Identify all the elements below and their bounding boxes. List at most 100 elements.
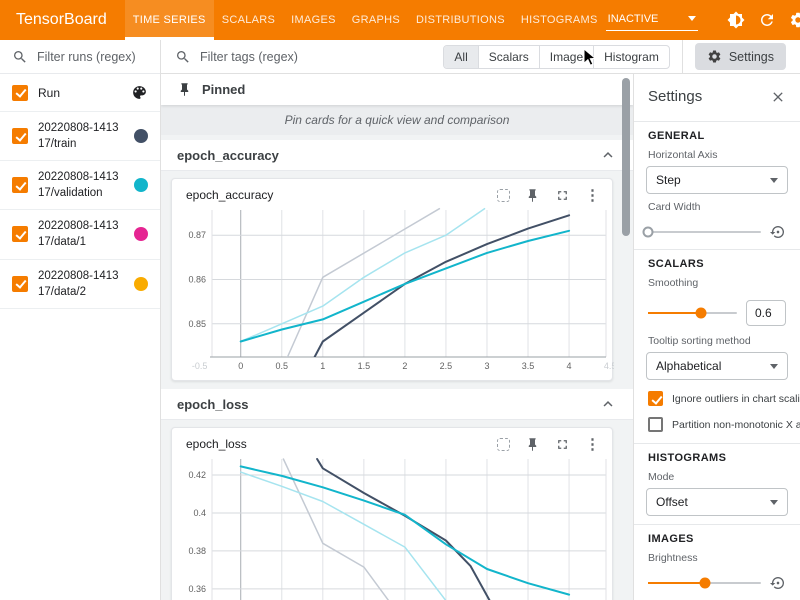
tags-filter-input[interactable] [200, 50, 443, 64]
brightness-icon[interactable] [727, 11, 745, 29]
horizontal-axis-select[interactable]: Step [646, 166, 788, 194]
smoothing-value-input[interactable]: 0.6 [746, 300, 786, 326]
run-checkbox[interactable] [12, 128, 28, 144]
run-row-data-1[interactable]: 20220808-141317/data/1 [0, 210, 160, 259]
svg-text:4.5: 4.5 [604, 361, 614, 371]
fit-domain-icon[interactable] [497, 189, 510, 202]
histograms-heading: HISTOGRAMS [648, 452, 788, 464]
divider [634, 443, 800, 444]
pinned-section-header: Pinned [161, 74, 633, 105]
card-width-slider[interactable] [648, 231, 761, 233]
fit-domain-icon[interactable] [497, 438, 510, 451]
top-app-bar: TensorBoard TIME SERIES SCALARS IMAGES G… [0, 0, 800, 40]
tab-distributions[interactable]: DISTRIBUTIONS [408, 0, 513, 40]
app-title: TensorBoard [16, 11, 107, 29]
filter-histogram-button[interactable]: Histogram [594, 46, 669, 68]
vertical-scrollbar[interactable] [622, 78, 630, 236]
run-name: 20220808-141317/data/1 [38, 218, 124, 250]
gear-icon [707, 49, 722, 64]
select-all-runs-checkbox[interactable] [12, 85, 28, 101]
run-row-data-2[interactable]: 20220808-141317/data/2 [0, 260, 160, 309]
tags-toolbar: All Scalars Image Histogram Settings [161, 40, 800, 74]
more-options-icon[interactable]: ⋮ [585, 188, 600, 203]
run-color-dot [134, 227, 148, 241]
epoch-accuracy-line-chart[interactable]: 0.850.860.8700.511.522.533.54-0.54.5 [172, 204, 614, 380]
reset-icon[interactable] [770, 224, 786, 240]
partition-x-axis-checkbox[interactable] [648, 417, 663, 432]
run-name: 20220808-141317/train [38, 120, 124, 152]
brightness-label: Brightness [648, 552, 788, 564]
svg-text:1.5: 1.5 [358, 361, 371, 371]
smoothing-slider[interactable] [648, 312, 737, 314]
svg-text:3: 3 [484, 361, 489, 371]
tooltip-sorting-select[interactable]: Alphabetical [646, 352, 788, 380]
pinned-title: Pinned [202, 82, 245, 97]
section-title: epoch_loss [177, 397, 249, 412]
slider-thumb[interactable] [696, 308, 707, 319]
pin-icon[interactable] [525, 437, 540, 452]
tab-scalars[interactable]: SCALARS [214, 0, 283, 40]
run-row-train[interactable]: 20220808-141317/train [0, 112, 160, 161]
close-icon[interactable] [770, 89, 786, 105]
svg-text:0.85: 0.85 [188, 319, 206, 329]
slider-thumb[interactable] [699, 578, 710, 589]
smoothing-label: Smoothing [648, 277, 788, 289]
svg-text:4: 4 [567, 361, 572, 371]
svg-text:0.87: 0.87 [188, 230, 206, 240]
toolbar-divider [682, 40, 683, 74]
partition-x-axis-option[interactable]: Partition non-monotonic X axis ? [648, 417, 788, 432]
run-name: 20220808-141317/data/2 [38, 268, 124, 300]
tab-histograms[interactable]: HISTOGRAMS [513, 0, 606, 40]
svg-text:0.36: 0.36 [188, 584, 206, 594]
gear-icon[interactable] [789, 11, 800, 29]
svg-text:0.86: 0.86 [188, 275, 206, 285]
tooltip-sorting-label: Tooltip sorting method [648, 335, 788, 347]
search-icon [12, 49, 28, 65]
chevron-down-icon [770, 178, 778, 183]
section-header-epoch-accuracy[interactable]: epoch_accuracy [161, 140, 633, 171]
fullscreen-icon[interactable] [555, 437, 570, 452]
cards-area: Pinned Pin cards for a quick view and co… [161, 74, 633, 600]
reload-status-select[interactable]: INACTIVE [606, 10, 698, 31]
main-nav-tabs: TIME SERIES SCALARS IMAGES GRAPHS DISTRI… [125, 0, 606, 40]
section-header-epoch-loss[interactable]: epoch_loss [161, 389, 633, 420]
chevron-up-icon[interactable] [599, 395, 617, 413]
settings-panel-title: Settings [648, 88, 702, 105]
runs-filter-input[interactable] [37, 50, 148, 64]
run-checkbox[interactable] [12, 177, 28, 193]
filter-all-button[interactable]: All [444, 46, 478, 68]
tags-filter [175, 49, 443, 65]
tab-time-series[interactable]: TIME SERIES [125, 0, 214, 40]
run-checkbox[interactable] [12, 276, 28, 292]
svg-text:2.5: 2.5 [440, 361, 453, 371]
tab-graphs[interactable]: GRAPHS [344, 0, 408, 40]
images-heading: IMAGES [648, 533, 788, 545]
runs-filter [0, 40, 160, 74]
card-title: epoch_loss [186, 437, 497, 451]
svg-text:-0.5: -0.5 [192, 361, 208, 371]
run-checkbox[interactable] [12, 226, 28, 242]
refresh-icon[interactable] [758, 11, 776, 29]
tab-images[interactable]: IMAGES [283, 0, 344, 40]
histogram-mode-select[interactable]: Offset [646, 488, 788, 516]
fullscreen-icon[interactable] [555, 188, 570, 203]
run-row-validation[interactable]: 20220808-141317/validation [0, 161, 160, 210]
reset-icon[interactable] [770, 575, 786, 591]
search-icon [175, 49, 191, 65]
chevron-up-icon[interactable] [599, 146, 617, 164]
pin-icon[interactable] [525, 188, 540, 203]
brightness-slider[interactable] [648, 582, 761, 584]
epoch-loss-line-chart[interactable]: 0.360.380.40.4200.511.522.533.54-0.54.5 [172, 453, 614, 600]
chevron-down-icon [770, 364, 778, 369]
settings-button[interactable]: Settings [695, 43, 786, 70]
svg-text:0.4: 0.4 [193, 508, 206, 518]
filter-image-button[interactable]: Image [540, 46, 594, 68]
ignore-outliers-checkbox[interactable] [648, 391, 663, 406]
svg-text:0.42: 0.42 [188, 470, 206, 480]
more-options-icon[interactable]: ⋮ [585, 437, 600, 452]
chevron-down-icon [770, 500, 778, 505]
ignore-outliers-option[interactable]: Ignore outliers in chart scaling [648, 391, 788, 406]
slider-thumb[interactable] [643, 227, 654, 238]
general-heading: GENERAL [648, 130, 788, 142]
filter-scalars-button[interactable]: Scalars [479, 46, 540, 68]
